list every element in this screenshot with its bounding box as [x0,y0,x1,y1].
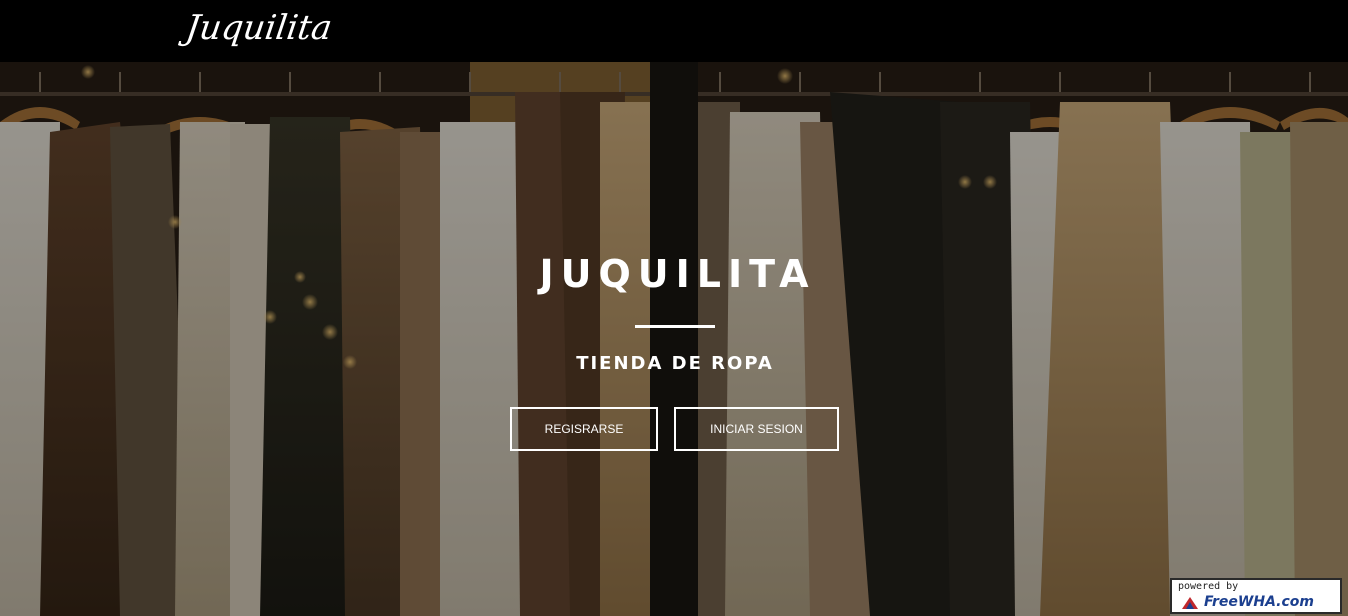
powered-by-label: powered by [1178,581,1239,592]
powered-by-badge[interactable]: powered by FreeWHA.com [1170,578,1342,614]
badge-brand-text: FreeWHA.com [1204,594,1314,610]
top-navbar: Juquilita [0,0,1348,62]
site-logo[interactable]: Juquilita [183,8,334,48]
hero-subtitle: TIENDA DE ROPA [576,353,774,374]
login-button[interactable]: INICIAR SESION [674,407,839,451]
hero-title: JUQUILITA [539,252,816,296]
register-button[interactable]: REGISRARSE [510,407,658,451]
hero-section: JUQUILITA TIENDA DE ROPA REGISRARSE INIC… [0,62,1348,616]
hero-divider [635,325,715,328]
hero-content: JUQUILITA TIENDA DE ROPA REGISRARSE INIC… [0,62,1348,616]
freewha-logo-icon [1182,597,1198,609]
